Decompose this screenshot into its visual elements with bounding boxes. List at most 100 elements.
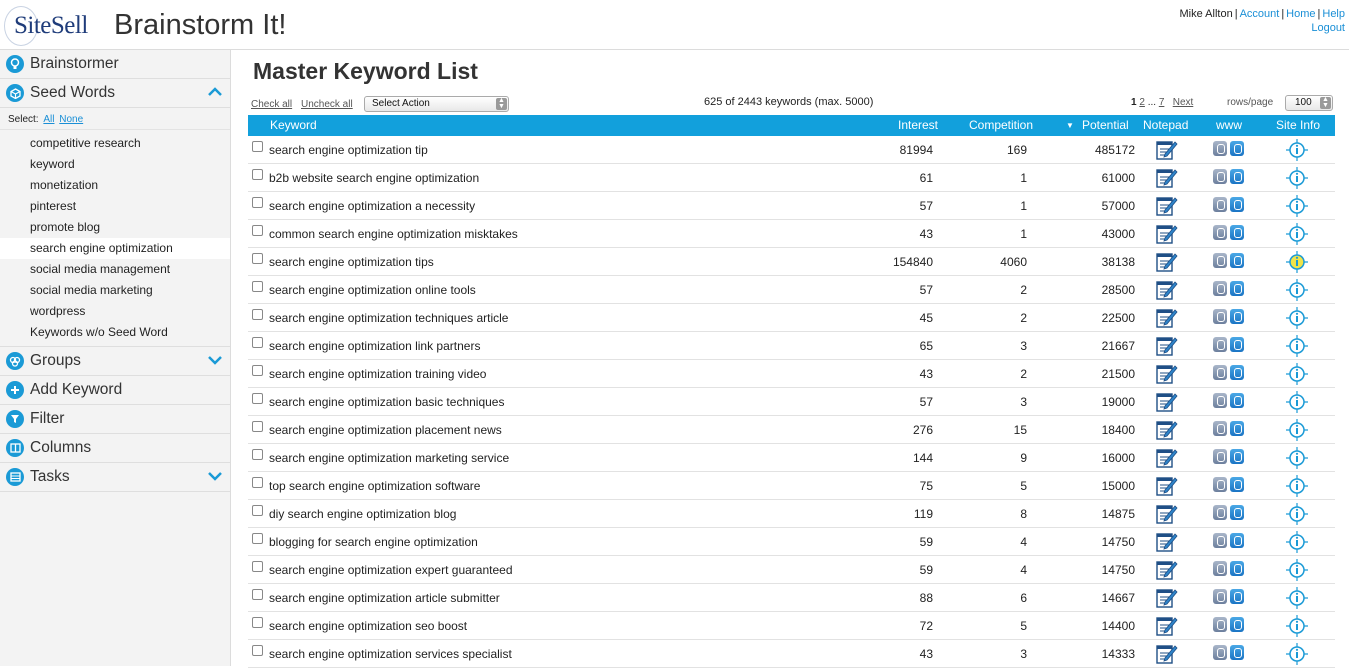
notepad-icon[interactable]: [1155, 223, 1179, 245]
google-search-icon[interactable]: [1213, 421, 1227, 436]
site-info-icon[interactable]: [1286, 223, 1308, 245]
site-info-icon[interactable]: [1286, 503, 1308, 525]
page-next-link[interactable]: Next: [1173, 97, 1194, 108]
chevron-down-icon[interactable]: [208, 355, 222, 367]
row-checkbox[interactable]: [252, 337, 263, 348]
notepad-icon[interactable]: [1155, 251, 1179, 273]
google-search-icon[interactable]: [1213, 645, 1227, 660]
column-interest[interactable]: Interest: [898, 118, 938, 132]
google-search-icon[interactable]: [1213, 449, 1227, 464]
seed-word-item[interactable]: wordpress: [0, 301, 230, 322]
column-competition[interactable]: Competition: [969, 118, 1033, 132]
row-checkbox[interactable]: [252, 617, 263, 628]
bing-search-icon[interactable]: [1230, 449, 1244, 464]
chevron-up-icon[interactable]: [208, 87, 222, 99]
row-checkbox[interactable]: [252, 281, 263, 292]
google-search-icon[interactable]: [1213, 225, 1227, 240]
row-checkbox[interactable]: [252, 141, 263, 152]
bing-search-icon[interactable]: [1230, 197, 1244, 212]
row-checkbox[interactable]: [252, 533, 263, 544]
notepad-icon[interactable]: [1155, 531, 1179, 553]
site-info-icon[interactable]: [1286, 643, 1308, 665]
row-checkbox[interactable]: [252, 449, 263, 460]
site-info-icon[interactable]: [1286, 419, 1308, 441]
column-keyword[interactable]: Keyword: [270, 118, 317, 132]
row-checkbox[interactable]: [252, 225, 263, 236]
notepad-icon[interactable]: [1155, 419, 1179, 441]
account-link[interactable]: Account: [1240, 8, 1280, 20]
bing-search-icon[interactable]: [1230, 645, 1244, 660]
row-checkbox[interactable]: [252, 253, 263, 264]
select-action-dropdown[interactable]: Select Action ▲ ▼: [364, 96, 509, 112]
google-search-icon[interactable]: [1213, 393, 1227, 408]
seed-word-item[interactable]: keyword: [0, 154, 230, 175]
page-2-link[interactable]: 2: [1139, 97, 1145, 108]
bing-search-icon[interactable]: [1230, 365, 1244, 380]
chevron-down-icon[interactable]: [208, 471, 222, 483]
help-link[interactable]: Help: [1322, 8, 1345, 20]
sidebar-section-filter[interactable]: Filter: [0, 405, 230, 434]
row-checkbox[interactable]: [252, 169, 263, 180]
row-checkbox[interactable]: [252, 505, 263, 516]
site-info-icon[interactable]: [1286, 587, 1308, 609]
logout-link[interactable]: Logout: [1311, 22, 1345, 34]
uncheck-all-link[interactable]: Uncheck all: [301, 99, 353, 110]
site-info-icon[interactable]: [1286, 475, 1308, 497]
site-info-icon[interactable]: [1286, 279, 1308, 301]
bing-search-icon[interactable]: [1230, 253, 1244, 268]
notepad-icon[interactable]: [1155, 391, 1179, 413]
google-search-icon[interactable]: [1213, 477, 1227, 492]
site-info-icon[interactable]: [1286, 251, 1308, 273]
sitesell-logo[interactable]: SiteSell: [4, 6, 104, 46]
row-checkbox[interactable]: [252, 421, 263, 432]
notepad-icon[interactable]: [1155, 195, 1179, 217]
row-checkbox[interactable]: [252, 645, 263, 656]
seed-word-item[interactable]: competitive research: [0, 133, 230, 154]
notepad-icon[interactable]: [1155, 615, 1179, 637]
sidebar-section-add-keyword[interactable]: Add Keyword: [0, 376, 230, 405]
seed-word-item[interactable]: monetization: [0, 175, 230, 196]
sidebar-section-columns[interactable]: Columns: [0, 434, 230, 463]
google-search-icon[interactable]: [1213, 561, 1227, 576]
seed-word-item[interactable]: Keywords w/o Seed Word: [0, 322, 230, 343]
seed-word-item[interactable]: promote blog: [0, 217, 230, 238]
bing-search-icon[interactable]: [1230, 393, 1244, 408]
page-last-link[interactable]: 7: [1159, 97, 1165, 108]
notepad-icon[interactable]: [1155, 643, 1179, 665]
column-potential[interactable]: Potential: [1082, 118, 1129, 132]
google-search-icon[interactable]: [1213, 281, 1227, 296]
bing-search-icon[interactable]: [1230, 309, 1244, 324]
notepad-icon[interactable]: [1155, 363, 1179, 385]
seed-word-item[interactable]: social media management: [0, 259, 230, 280]
row-checkbox[interactable]: [252, 197, 263, 208]
site-info-icon[interactable]: [1286, 391, 1308, 413]
google-search-icon[interactable]: [1213, 309, 1227, 324]
rows-per-page-dropdown[interactable]: 100 ▲ ▼: [1285, 95, 1333, 111]
bing-search-icon[interactable]: [1230, 477, 1244, 492]
seed-word-item[interactable]: social media marketing: [0, 280, 230, 301]
home-link[interactable]: Home: [1286, 8, 1315, 20]
bing-search-icon[interactable]: [1230, 505, 1244, 520]
sidebar-section-groups[interactable]: Groups: [0, 347, 230, 376]
notepad-icon[interactable]: [1155, 475, 1179, 497]
notepad-icon[interactable]: [1155, 139, 1179, 161]
bing-search-icon[interactable]: [1230, 141, 1244, 156]
bing-search-icon[interactable]: [1230, 561, 1244, 576]
notepad-icon[interactable]: [1155, 587, 1179, 609]
site-info-icon[interactable]: [1286, 363, 1308, 385]
bing-search-icon[interactable]: [1230, 225, 1244, 240]
site-info-icon[interactable]: [1286, 335, 1308, 357]
site-info-icon[interactable]: [1286, 447, 1308, 469]
google-search-icon[interactable]: [1213, 253, 1227, 268]
bing-search-icon[interactable]: [1230, 533, 1244, 548]
row-checkbox[interactable]: [252, 589, 263, 600]
sidebar-section-tasks[interactable]: Tasks: [0, 463, 230, 492]
row-checkbox[interactable]: [252, 309, 263, 320]
google-search-icon[interactable]: [1213, 617, 1227, 632]
google-search-icon[interactable]: [1213, 589, 1227, 604]
bing-search-icon[interactable]: [1230, 281, 1244, 296]
seed-word-item[interactable]: search engine optimization: [0, 238, 230, 259]
notepad-icon[interactable]: [1155, 447, 1179, 469]
google-search-icon[interactable]: [1213, 169, 1227, 184]
google-search-icon[interactable]: [1213, 533, 1227, 548]
